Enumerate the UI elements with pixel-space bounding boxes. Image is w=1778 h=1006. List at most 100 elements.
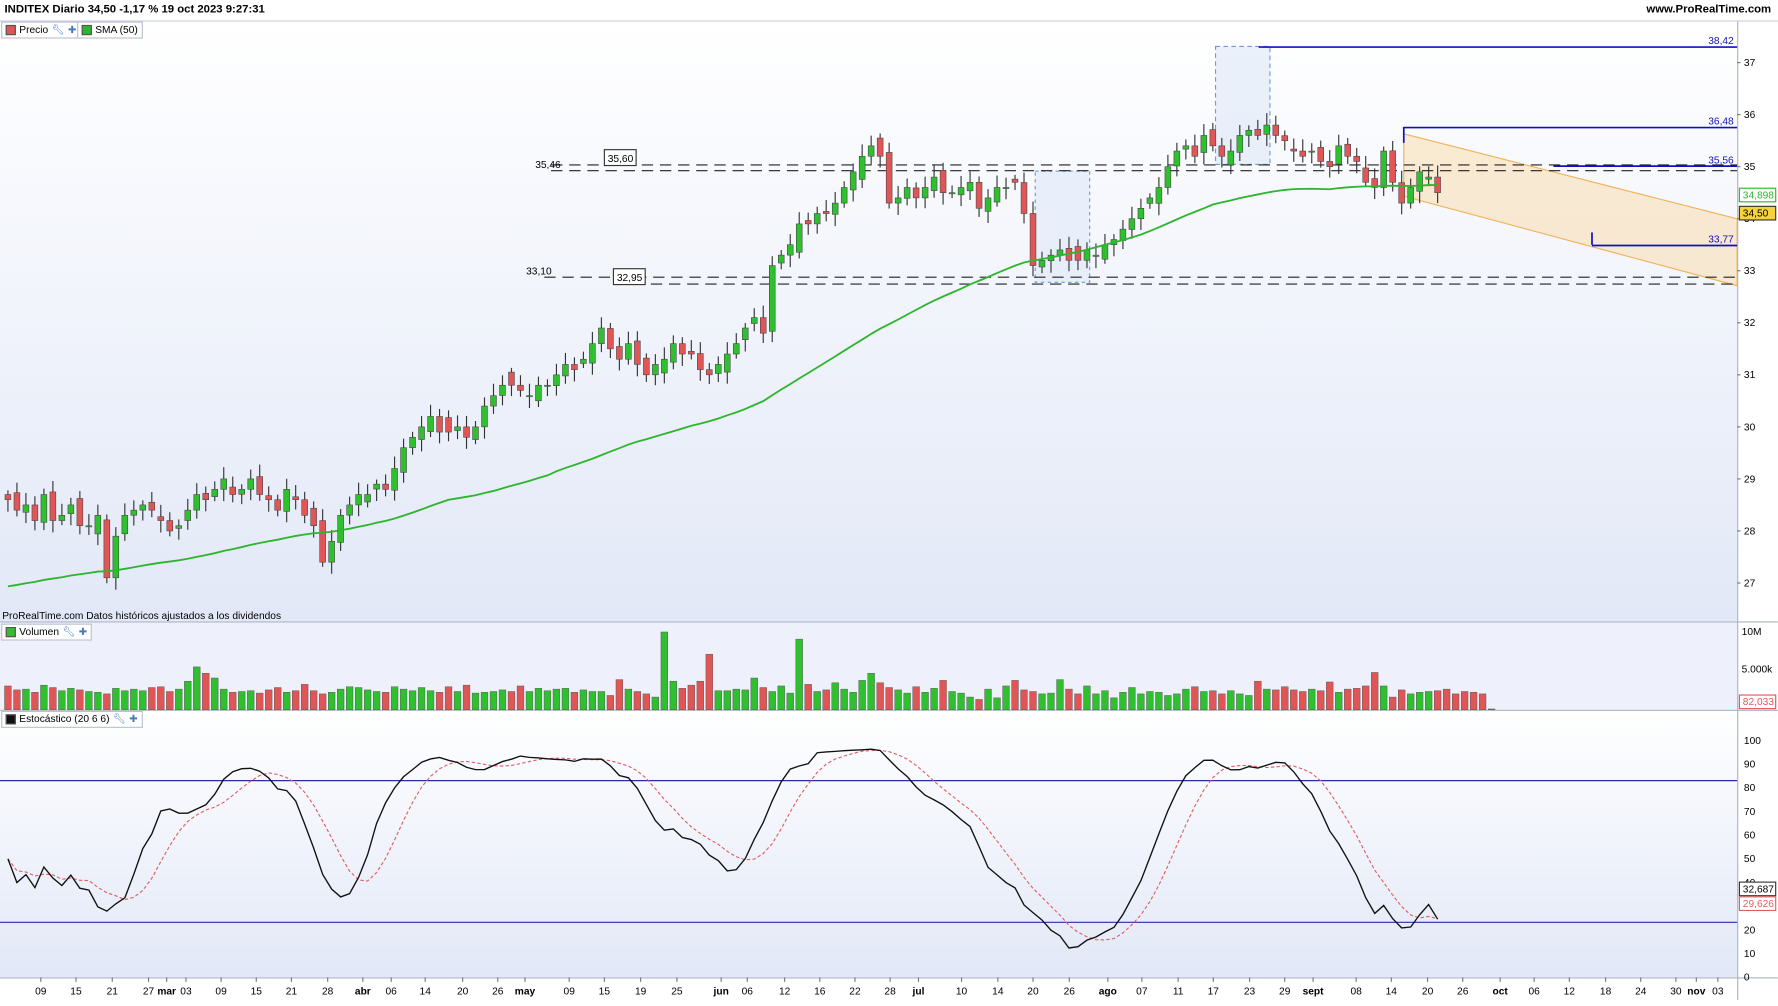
volume-bar[interactable] xyxy=(885,687,893,710)
volume-bar[interactable] xyxy=(1119,692,1127,710)
volume-bar[interactable] xyxy=(345,686,354,710)
volume-bar[interactable] xyxy=(1460,691,1469,710)
volume-bar[interactable] xyxy=(426,690,435,710)
volume-bar[interactable] xyxy=(471,692,480,710)
volume-bar[interactable] xyxy=(1245,695,1253,710)
price-legend[interactable]: Precio 🔧︎ ✚ xyxy=(1,21,82,39)
volume-bar[interactable] xyxy=(1065,688,1073,710)
volume-bar[interactable] xyxy=(112,688,120,710)
volume-bar[interactable] xyxy=(750,677,758,710)
plus-icon[interactable]: ✚ xyxy=(68,23,77,38)
volume-bar[interactable] xyxy=(795,638,803,710)
volume-bar[interactable] xyxy=(1164,695,1172,710)
volume-bar[interactable] xyxy=(1038,693,1046,710)
volume-bar[interactable] xyxy=(696,680,704,710)
price-panel[interactable] xyxy=(0,20,1738,622)
volume-bar[interactable] xyxy=(1281,686,1289,710)
volume-bar[interactable] xyxy=(1443,688,1451,710)
volume-bar[interactable] xyxy=(139,690,147,710)
site-link[interactable]: www.ProRealTime.com xyxy=(1646,3,1771,15)
volume-bar[interactable] xyxy=(58,690,66,710)
wrench-icon[interactable]: 🔧︎ xyxy=(52,23,65,38)
volume-bar[interactable] xyxy=(381,692,390,710)
volume-bar[interactable] xyxy=(966,696,974,710)
volume-bar[interactable] xyxy=(1200,691,1208,710)
volume-bar[interactable] xyxy=(588,691,597,710)
volume-bar[interactable] xyxy=(310,690,318,710)
volume-bar[interactable] xyxy=(561,688,570,710)
volume-bar[interactable] xyxy=(1317,690,1325,710)
volume-bar[interactable] xyxy=(1182,688,1190,710)
volume-bar[interactable] xyxy=(777,685,785,710)
volume-bar[interactable] xyxy=(328,692,336,710)
volume-bar[interactable] xyxy=(1155,692,1163,710)
volume-bar[interactable] xyxy=(157,686,165,710)
volume-bar[interactable] xyxy=(669,680,677,710)
volume-bar[interactable] xyxy=(444,686,453,710)
volume-bar[interactable] xyxy=(166,691,174,710)
volume-bar[interactable] xyxy=(417,687,426,710)
volume-bar[interactable] xyxy=(579,689,588,710)
volume-bar[interactable] xyxy=(912,686,920,710)
wrench-icon[interactable]: 🔧︎ xyxy=(113,712,126,727)
volume-bar[interactable] xyxy=(301,684,309,710)
volume-bar[interactable] xyxy=(1299,691,1307,710)
volume-bar[interactable] xyxy=(480,692,489,710)
volume-bar[interactable] xyxy=(238,691,246,710)
volume-bar[interactable] xyxy=(1326,681,1334,710)
plus-icon[interactable]: ✚ xyxy=(129,712,138,727)
volume-bar[interactable] xyxy=(40,684,48,710)
volume-bar[interactable] xyxy=(534,688,543,710)
volume-bar[interactable] xyxy=(615,679,624,710)
volume-bar[interactable] xyxy=(1047,692,1055,710)
volume-bar[interactable] xyxy=(372,691,381,710)
volume-bar[interactable] xyxy=(642,693,650,710)
volume-bar[interactable] xyxy=(283,692,291,710)
volume-bar[interactable] xyxy=(903,692,911,710)
volume-bar[interactable] xyxy=(220,688,228,710)
volume-bar[interactable] xyxy=(624,688,633,710)
volume-bar[interactable] xyxy=(876,682,884,710)
volume-bar[interactable] xyxy=(1344,688,1352,710)
volume-bar[interactable] xyxy=(822,689,830,710)
volume-bar[interactable] xyxy=(1487,708,1496,710)
volume-bar[interactable] xyxy=(975,699,983,710)
volume-bar[interactable] xyxy=(768,691,776,710)
volume-bar[interactable] xyxy=(1371,672,1379,710)
volume-bar[interactable] xyxy=(1020,689,1028,710)
volume-bar[interactable] xyxy=(687,684,695,710)
volume-bar[interactable] xyxy=(13,689,21,710)
volume-bar[interactable] xyxy=(552,688,561,710)
volume-bar[interactable] xyxy=(1074,693,1082,710)
volume-bar[interactable] xyxy=(1128,687,1136,710)
volume-bar[interactable] xyxy=(337,688,345,710)
volume-bar[interactable] xyxy=(732,688,740,710)
volume-bar[interactable] xyxy=(1451,693,1460,710)
volume-bar[interactable] xyxy=(1092,693,1100,710)
wrench-icon[interactable]: 🔧︎ xyxy=(62,625,75,640)
volume-bar[interactable] xyxy=(894,689,902,710)
volume-bar[interactable] xyxy=(399,688,408,710)
volume-bar[interactable] xyxy=(247,690,255,710)
volume-bar[interactable] xyxy=(831,682,839,710)
volume-bar[interactable] xyxy=(1335,692,1343,710)
volume-bar[interactable] xyxy=(265,689,273,710)
chart-canvas[interactable]: 35,46 35,60 33,10 32,95 38,42 36,48 35,5… xyxy=(0,0,1778,1001)
volume-bar[interactable] xyxy=(1353,688,1361,710)
volume-bar[interactable] xyxy=(948,691,956,710)
volume-bar[interactable] xyxy=(1308,688,1316,710)
volume-bar[interactable] xyxy=(921,692,929,710)
volume-bar[interactable] xyxy=(714,690,722,710)
volume-bar[interactable] xyxy=(984,688,992,710)
volume-bar[interactable] xyxy=(1478,693,1487,710)
volume-bar[interactable] xyxy=(525,691,534,710)
volume-bar[interactable] xyxy=(759,687,767,710)
volume-bar[interactable] xyxy=(1272,689,1280,710)
volume-bar[interactable] xyxy=(651,696,659,710)
volume-bar[interactable] xyxy=(229,692,237,710)
volume-bar[interactable] xyxy=(184,680,192,710)
volume-bar[interactable] xyxy=(1254,680,1262,710)
volume-bar[interactable] xyxy=(4,685,12,710)
volume-bar[interactable] xyxy=(256,692,264,710)
volume-bar[interactable] xyxy=(1416,692,1424,710)
